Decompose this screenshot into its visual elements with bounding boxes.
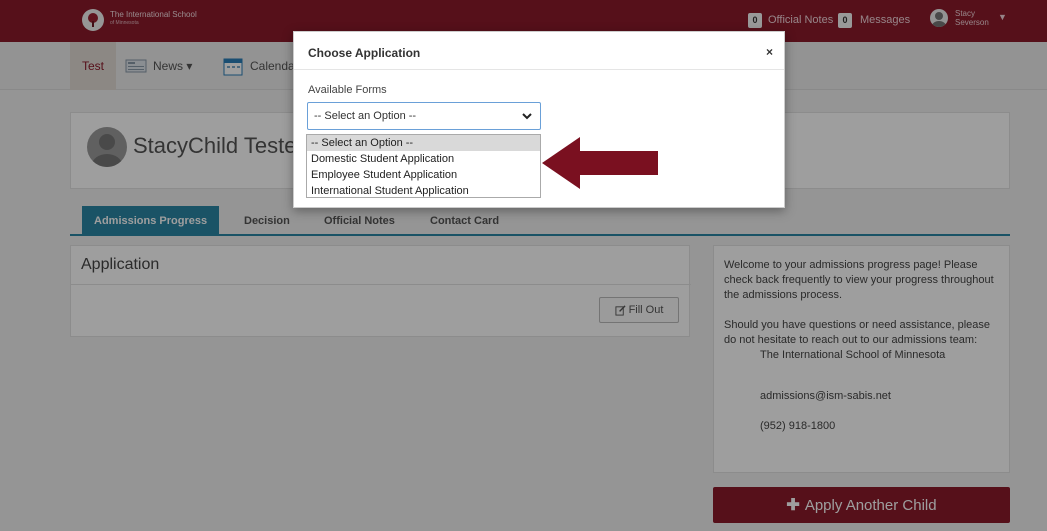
divider	[294, 69, 784, 70]
option-select-an-option[interactable]: -- Select an Option --	[307, 135, 540, 151]
modal-title: Choose Application	[308, 46, 421, 60]
available-forms-label: Available Forms	[308, 84, 387, 96]
option-international-student-application[interactable]: International Student Application	[307, 183, 540, 199]
select-value: -- Select an Option --	[314, 110, 417, 122]
forms-dropdown-list: -- Select an Option -- Domestic Student …	[306, 134, 541, 198]
close-icon[interactable]: ×	[766, 45, 773, 59]
option-employee-student-application[interactable]: Employee Student Application	[307, 167, 540, 183]
chevron-down-icon	[522, 113, 532, 120]
available-forms-select[interactable]: -- Select an Option --	[307, 102, 541, 130]
option-domestic-student-application[interactable]: Domestic Student Application	[307, 151, 540, 167]
pointer-arrow-icon	[542, 137, 658, 189]
